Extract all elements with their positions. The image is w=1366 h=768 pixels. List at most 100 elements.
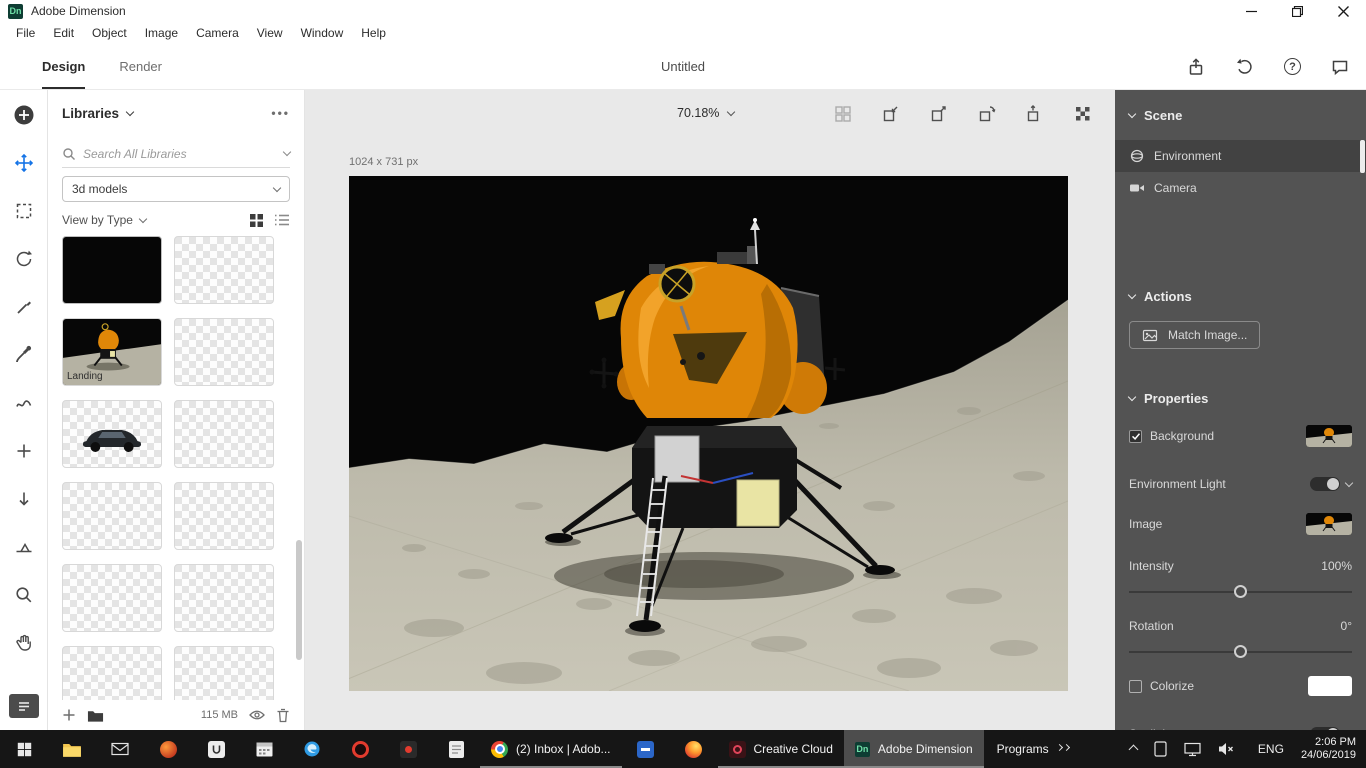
taskbar-clock[interactable]: 2:06 PM 24/06/2019: [1301, 736, 1356, 762]
programs-toolbar[interactable]: Programs: [984, 730, 1082, 768]
orbit-tool-icon[interactable]: [13, 248, 35, 270]
taskbar-window-creative-cloud[interactable]: Creative Cloud: [718, 730, 844, 768]
rotation-slider[interactable]: [1115, 645, 1366, 659]
scene-panel-scrollbar[interactable]: [1360, 140, 1365, 173]
scene-item-camera[interactable]: Camera: [1115, 172, 1366, 204]
monitor-icon[interactable]: [1184, 742, 1201, 757]
image-thumbnail[interactable]: [1306, 513, 1352, 535]
dolly-tool-icon[interactable]: [13, 488, 35, 510]
file-explorer-icon[interactable]: [48, 730, 96, 768]
edge-browser-icon[interactable]: [288, 730, 336, 768]
library-thumb-car[interactable]: [62, 400, 162, 468]
chevron-down-icon[interactable]: [1344, 478, 1354, 487]
panels-toggle-icon[interactable]: [8, 694, 39, 718]
scene-item-environment[interactable]: Environment: [1115, 140, 1366, 172]
library-thumb-black[interactable]: [62, 236, 162, 304]
library-thumb-empty[interactable]: [174, 564, 274, 632]
plus-tool-icon[interactable]: [13, 440, 35, 462]
horizon-tool-icon[interactable]: [13, 536, 35, 558]
search-input[interactable]: [83, 146, 277, 161]
sampler-tool-icon[interactable]: [13, 344, 35, 366]
move-tool-icon[interactable]: [13, 152, 35, 174]
zoom-tool-icon[interactable]: [13, 584, 35, 606]
category-select[interactable]: 3d models: [62, 176, 290, 202]
intensity-slider[interactable]: [1115, 585, 1366, 599]
maximize-button[interactable]: [1274, 0, 1320, 22]
library-thumb-empty[interactable]: [174, 646, 274, 700]
libraries-title[interactable]: Libraries: [62, 106, 119, 121]
pinned-app-red-ring-icon[interactable]: [336, 730, 384, 768]
hidden-icons-chevron[interactable]: [1128, 742, 1139, 756]
library-thumb-empty[interactable]: [62, 564, 162, 632]
properties-section-header[interactable]: Properties: [1115, 383, 1366, 413]
background-checkbox[interactable]: [1129, 429, 1142, 443]
library-thumb-empty[interactable]: [174, 318, 274, 386]
frame-arrow-up-icon[interactable]: [1025, 104, 1045, 124]
menu-file[interactable]: File: [7, 26, 44, 40]
chevron-down-icon[interactable]: [138, 214, 148, 223]
close-button[interactable]: [1320, 0, 1366, 22]
search-scope-chevron-icon[interactable]: [282, 147, 292, 157]
library-thumb-empty[interactable]: [62, 646, 162, 700]
sunlight-toggle[interactable]: [1310, 727, 1340, 730]
marquee-tool-icon[interactable]: [13, 200, 35, 222]
tablet-icon[interactable]: [1154, 741, 1167, 757]
calendar-icon[interactable]: [240, 730, 288, 768]
frame-arrow-out-icon[interactable]: [929, 104, 949, 124]
match-image-button[interactable]: Match Image...: [1129, 321, 1261, 349]
colorize-swatch[interactable]: [1308, 676, 1352, 696]
taskbar-window-inbox[interactable]: (2) Inbox | Adob...: [480, 730, 622, 768]
slider-knob[interactable]: [1233, 585, 1247, 598]
grid-view-icon[interactable]: [249, 213, 264, 228]
add-content-icon[interactable]: [13, 104, 35, 126]
background-thumbnail[interactable]: [1306, 425, 1352, 447]
menu-edit[interactable]: Edit: [44, 26, 83, 40]
frame-arrow-in-icon[interactable]: [881, 104, 901, 124]
menu-image[interactable]: Image: [136, 26, 187, 40]
library-thumb-empty[interactable]: [62, 482, 162, 550]
library-thumb-landing[interactable]: Landing: [62, 318, 162, 386]
menu-view[interactable]: View: [248, 26, 292, 40]
zoom-control[interactable]: 70.18%: [677, 106, 736, 120]
help-icon[interactable]: [1284, 58, 1301, 75]
pinned-app-blue-icon[interactable]: [622, 730, 670, 768]
slider-knob[interactable]: [1233, 645, 1247, 658]
colorize-checkbox[interactable]: [1129, 679, 1142, 693]
pinned-app-book-icon[interactable]: [192, 730, 240, 768]
menu-help[interactable]: Help: [352, 26, 395, 40]
checkerboard-icon[interactable]: [1073, 104, 1093, 124]
trash-icon[interactable]: [276, 708, 290, 723]
scribble-tool-icon[interactable]: [13, 392, 35, 414]
environment-light-toggle[interactable]: [1310, 477, 1340, 491]
pinned-app-media-icon[interactable]: [384, 730, 432, 768]
library-thumb-empty[interactable]: [174, 482, 274, 550]
volume-icon[interactable]: [1218, 742, 1235, 756]
view-by-label[interactable]: View by Type: [62, 213, 133, 227]
tab-design[interactable]: Design: [42, 44, 86, 89]
start-button[interactable]: [0, 730, 48, 768]
taskbar-window-adobe-dimension[interactable]: Dn Adobe Dimension: [843, 730, 984, 768]
viewport-3d[interactable]: [349, 176, 1068, 691]
grid-icon[interactable]: [833, 104, 853, 124]
wand-tool-icon[interactable]: [13, 296, 35, 318]
actions-section-header[interactable]: Actions: [1115, 281, 1366, 311]
library-thumb-empty[interactable]: [174, 400, 274, 468]
menu-camera[interactable]: Camera: [187, 26, 248, 40]
minimize-button[interactable]: [1228, 0, 1274, 22]
chevron-down-icon[interactable]: [125, 107, 135, 116]
tab-render[interactable]: Render: [119, 44, 162, 89]
list-view-icon[interactable]: [274, 213, 290, 227]
firefox-icon[interactable]: [670, 730, 718, 768]
pinned-app-orange-icon[interactable]: [144, 730, 192, 768]
more-options-icon[interactable]: [271, 106, 290, 120]
hand-tool-icon[interactable]: [13, 632, 35, 654]
eye-icon[interactable]: [249, 709, 265, 721]
language-indicator[interactable]: ENG: [1258, 742, 1284, 756]
folder-icon[interactable]: [87, 708, 104, 723]
add-library-item-icon[interactable]: [62, 708, 76, 722]
share-icon[interactable]: [1186, 57, 1206, 77]
menu-window[interactable]: Window: [292, 26, 353, 40]
library-thumb-empty[interactable]: [174, 236, 274, 304]
mail-icon[interactable]: [96, 730, 144, 768]
library-scrollbar[interactable]: [296, 540, 302, 660]
